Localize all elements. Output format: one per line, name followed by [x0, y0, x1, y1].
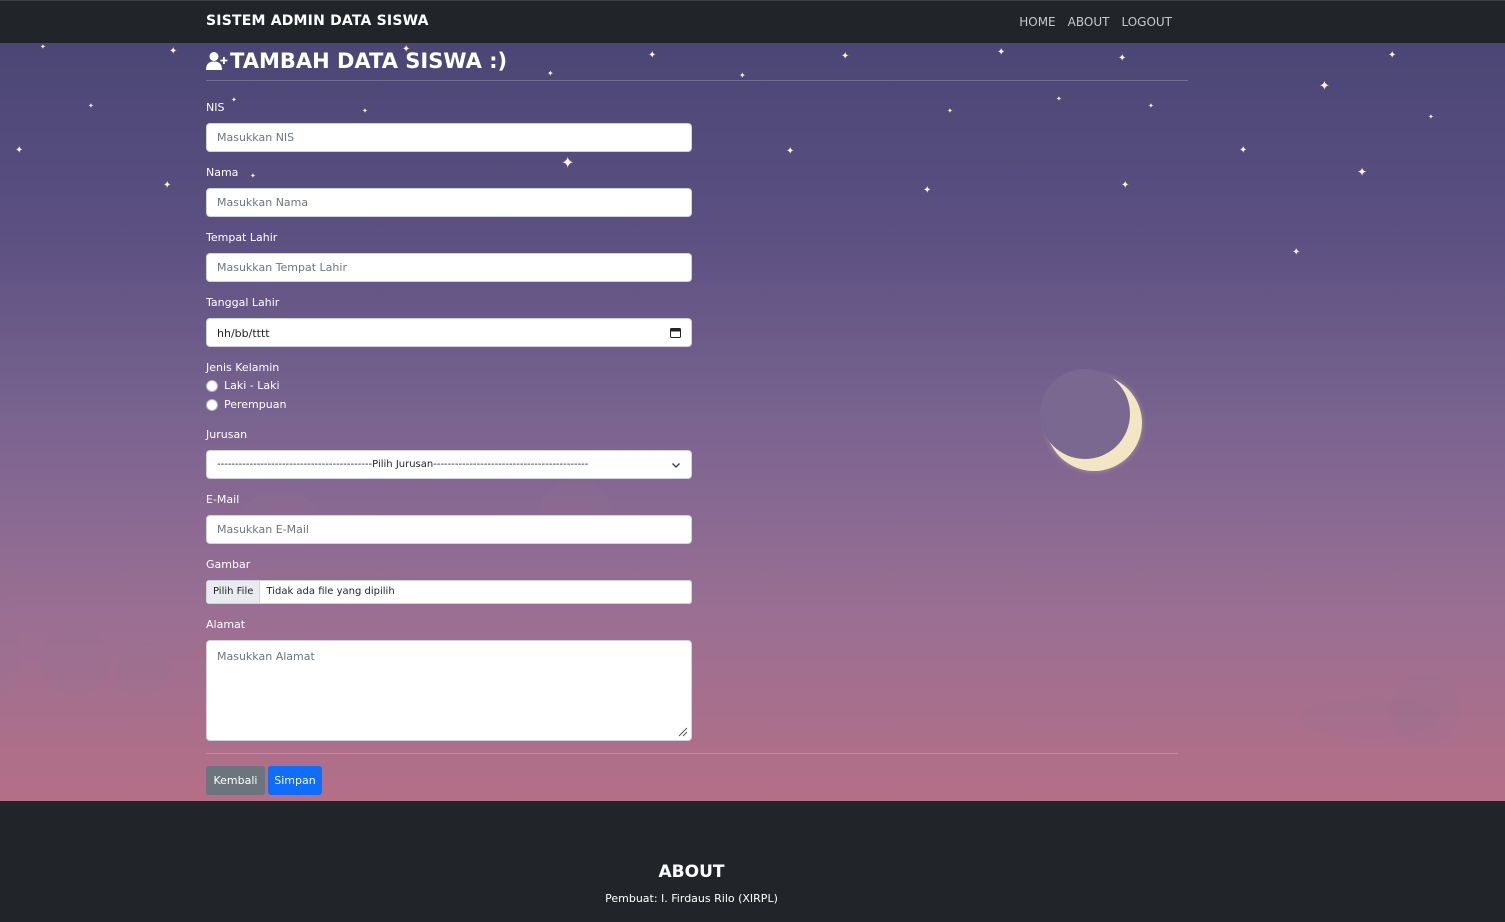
navbar-brand[interactable]: SISTEM ADMIN DATA SISWA: [206, 13, 429, 29]
cloud-shape: [40, 625, 110, 695]
jurusan-selected: ----------------------------------------…: [217, 459, 589, 470]
star-icon: ✦: [169, 46, 178, 57]
star-icon: ✦: [841, 51, 850, 62]
email-label: E-Mail: [206, 493, 240, 506]
tanggal-lahir-label: Tanggal Lahir: [206, 296, 280, 309]
title-divider: [206, 80, 1188, 81]
star-icon: ✦: [648, 50, 657, 61]
nama-input[interactable]: [206, 188, 692, 217]
star-icon: ✦: [1121, 180, 1130, 191]
star-icon: ✦: [231, 96, 237, 104]
radio-button[interactable]: [206, 379, 218, 392]
star-icon: ✦: [1148, 102, 1154, 110]
star-icon: ✦: [1319, 79, 1330, 94]
star-icon: ✦: [1239, 145, 1248, 156]
star-icon: ✦: [15, 145, 24, 156]
nis-input[interactable]: [206, 123, 692, 152]
jenis-kelamin-label: Jenis Kelamin: [206, 361, 280, 374]
alamat-label: Alamat: [206, 618, 246, 631]
page-title: TAMBAH DATA SISWA :): [206, 49, 507, 73]
footer-title: ABOUT: [658, 862, 725, 882]
star-icon: ✦: [362, 107, 368, 115]
star-icon: ✦: [40, 43, 46, 51]
cloud-shape: [0, 583, 20, 703]
star-icon: ✦: [786, 146, 795, 157]
star-icon: ✦: [1388, 50, 1397, 61]
user-plus-icon: [206, 52, 228, 70]
jurusan-label: Jurusan: [206, 428, 248, 441]
star-icon: ✦: [250, 172, 256, 180]
gambar-file-input[interactable]: Pilih File Tidak ada file yang dipilih: [206, 580, 692, 604]
star-icon: ✦: [88, 102, 94, 110]
star-icon: ✦: [1118, 53, 1127, 64]
email-input[interactable]: [206, 515, 692, 544]
form-divider: [206, 753, 1178, 754]
nav-links: HOME ABOUT LOGOUT: [1019, 15, 1172, 29]
star-icon: ✦: [947, 107, 953, 115]
radio-button[interactable]: [206, 398, 218, 411]
star-icon: ✦: [1357, 165, 1368, 179]
star-icon: ✦: [1056, 95, 1062, 103]
save-button[interactable]: Simpan: [268, 766, 322, 795]
footer: ABOUT Pembuat: I. Firdaus Rilo (XIRPL): [0, 801, 1505, 922]
radio-laki-laki[interactable]: Laki - Laki: [206, 379, 280, 392]
chevron-down-icon: [672, 463, 680, 468]
tempat-lahir-input[interactable]: [206, 253, 692, 282]
navbar: SISTEM ADMIN DATA SISWA HOME ABOUT LOGOU…: [0, 0, 1505, 43]
nav-link-home[interactable]: HOME: [1019, 15, 1055, 29]
radio-label: Laki - Laki: [224, 379, 280, 392]
alamat-textarea[interactable]: Masukkan Alamat: [206, 640, 692, 741]
night-sky-background: ✦ ✦ ✦ ✦ ✦ ✦ ✦ ✦ ✦ ✦ ✦ ✦ ✦ ✦ ✦ ✦ ✦ ✦ ✦ ✦ …: [0, 43, 1505, 801]
radio-perempuan[interactable]: Perempuan: [206, 398, 286, 411]
calendar-icon[interactable]: [670, 327, 681, 338]
star-icon: ✦: [1292, 247, 1301, 258]
nama-label: Nama: [206, 166, 239, 179]
star-icon: ✦: [997, 47, 1006, 58]
tanggal-lahir-input[interactable]: hh/bb/tttt: [206, 318, 692, 347]
page-title-text: TAMBAH DATA SISWA :): [230, 49, 508, 73]
nav-link-about[interactable]: ABOUT: [1068, 15, 1110, 29]
star-icon: ✦: [163, 180, 172, 191]
star-icon: ✦: [561, 153, 575, 172]
nav-link-logout[interactable]: LOGOUT: [1121, 15, 1172, 29]
back-button[interactable]: Kembali: [206, 766, 265, 795]
star-icon: ✦: [1428, 113, 1434, 121]
star-icon: ✦: [739, 71, 746, 80]
star-icon: ✦: [547, 69, 554, 78]
nis-label: NIS: [206, 101, 225, 114]
tempat-lahir-label: Tempat Lahir: [206, 231, 278, 244]
moon-shadow: [1040, 369, 1130, 459]
cloud-shape: [115, 641, 170, 696]
choose-file-button[interactable]: Pilih File: [207, 581, 261, 603]
gambar-label: Gambar: [206, 558, 251, 571]
resize-handle-icon[interactable]: [677, 726, 688, 737]
file-status: Tidak ada file yang dipilih: [266, 586, 395, 597]
date-value: hh/bb/tttt: [217, 327, 270, 340]
radio-label: Perempuan: [224, 398, 287, 411]
cloud-shape: [1300, 698, 1440, 738]
footer-author: Pembuat: I. Firdaus Rilo (XIRPL): [605, 892, 778, 905]
star-icon: ✦: [923, 185, 932, 196]
alamat-placeholder: Masukkan Alamat: [217, 650, 315, 663]
jurusan-select[interactable]: ----------------------------------------…: [206, 450, 692, 479]
